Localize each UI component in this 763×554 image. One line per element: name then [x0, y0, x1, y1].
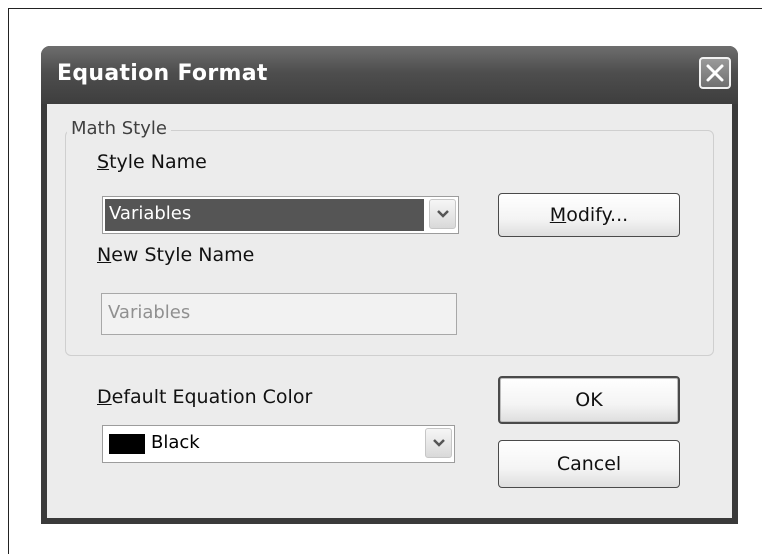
equation-color-dropdown-arrow[interactable] — [425, 428, 452, 458]
dialog-body: Math Style Style Name Variables Modify..… — [47, 104, 732, 518]
style-name-dropdown-arrow[interactable] — [429, 199, 456, 229]
title-bar[interactable]: Equation Format — [41, 46, 738, 104]
style-name-dropdown[interactable]: Variables — [102, 196, 459, 234]
default-color-mnemonic: D — [97, 386, 112, 408]
equation-color-dropdown[interactable]: Black — [102, 425, 455, 463]
equation-color-value: Black — [151, 432, 200, 453]
math-style-group-label: Math Style — [67, 118, 171, 139]
new-style-name-field[interactable]: Variables — [101, 293, 457, 335]
color-swatch — [109, 434, 145, 454]
style-name-label-text: tyle Name — [109, 151, 207, 173]
dialog-title: Equation Format — [57, 61, 268, 86]
chevron-down-icon — [437, 210, 449, 218]
modify-button[interactable]: Modify... — [498, 193, 680, 237]
default-color-label: Default Equation Color — [97, 386, 312, 408]
close-button[interactable] — [699, 57, 731, 89]
new-style-name-label: New Style Name — [97, 244, 254, 266]
new-style-name-label-text: ew Style Name — [111, 244, 255, 266]
new-style-name-mnemonic: N — [97, 244, 112, 266]
close-icon — [706, 64, 724, 82]
style-name-mnemonic: S — [97, 151, 110, 173]
default-color-label-text: efault Equation Color — [111, 386, 313, 408]
cancel-button[interactable]: Cancel — [498, 440, 680, 488]
modify-label: odify... — [566, 204, 629, 226]
style-name-label: Style Name — [97, 151, 207, 173]
style-name-value: Variables — [105, 199, 424, 231]
modify-mnemonic: M — [549, 204, 567, 226]
chevron-down-icon — [433, 439, 445, 447]
ok-button[interactable]: OK — [498, 376, 680, 424]
equation-format-dialog: Equation Format Math Style Style Name Va… — [41, 46, 738, 524]
